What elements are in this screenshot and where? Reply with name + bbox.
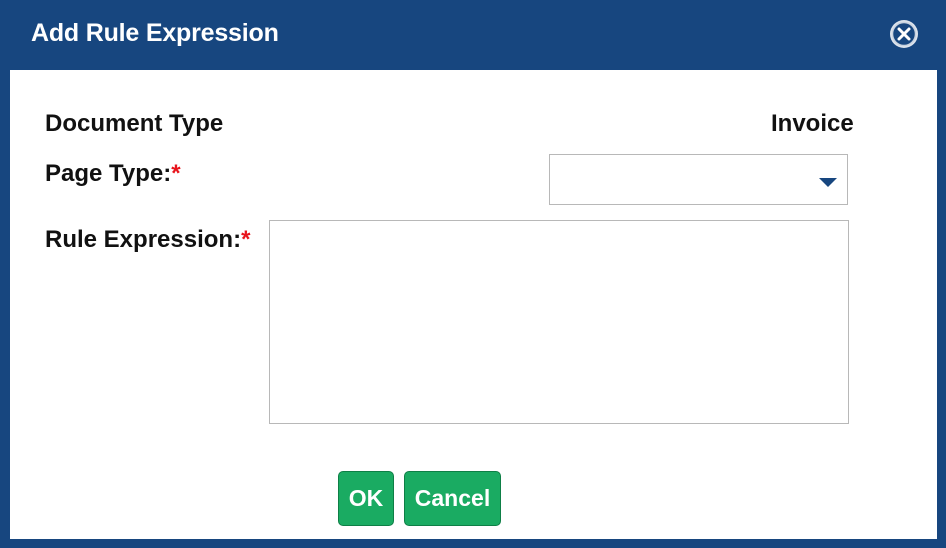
rule-expression-textarea[interactable] <box>269 220 849 424</box>
dialog-title: Add Rule Expression <box>31 19 279 47</box>
page-type-select[interactable] <box>549 154 848 205</box>
dialog-body: Document Type Invoice Page Type:* Rule E… <box>10 70 937 539</box>
page-type-label: Page Type:* <box>45 160 181 188</box>
ok-button[interactable]: OK <box>338 471 394 526</box>
rule-expression-label-text: Rule Expression: <box>45 226 242 253</box>
document-type-label: Document Type <box>45 110 224 137</box>
required-marker: * <box>241 226 251 253</box>
dialog-title-bar: Add Rule Expression <box>0 0 946 70</box>
caret-down-icon[interactable] <box>819 178 837 187</box>
add-rule-expression-dialog: Add Rule Expression Document Type Invoic… <box>0 0 946 548</box>
close-circle-icon <box>890 20 918 48</box>
close-button[interactable] <box>888 18 920 50</box>
rule-expression-label: Rule Expression:* <box>45 226 250 254</box>
page-type-label-text: Page Type: <box>45 160 172 187</box>
document-type-value: Invoice <box>771 110 854 137</box>
required-marker: * <box>171 160 181 187</box>
cancel-button[interactable]: Cancel <box>404 471 501 526</box>
